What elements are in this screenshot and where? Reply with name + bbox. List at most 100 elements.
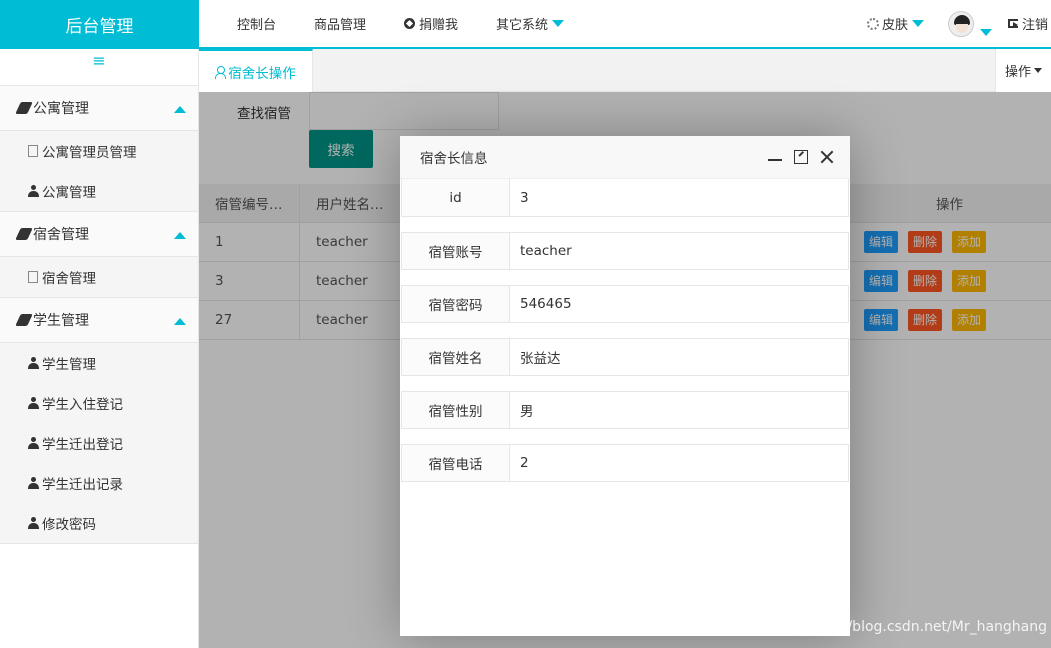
hamburger-icon[interactable]: ≡ <box>0 49 198 86</box>
dialog-title: 宿舍长信息 <box>420 151 488 167</box>
plug-icon <box>15 102 33 114</box>
menu-title-label: 学生管理 <box>33 313 89 329</box>
form-row-gender: 宿管性别 男 <box>401 391 849 429</box>
user-icon <box>28 477 39 489</box>
sidebar-item-checkin[interactable]: 学生入住登记 <box>0 383 198 423</box>
top-nav: 控制台 商品管理 捐赠我 其它系统 <box>199 0 583 47</box>
chevron-down-icon <box>552 20 565 27</box>
field-value[interactable]: 546465 <box>510 286 848 322</box>
form-row-id: id 3 <box>401 179 849 217</box>
top-header: 后台管理 控制台 商品管理 捐赠我 其它系统 皮肤 注销 <box>0 0 1051 49</box>
minimize-icon[interactable] <box>768 159 782 161</box>
nav-console[interactable]: 控制台 <box>199 0 295 47</box>
caret-down-icon <box>1034 68 1042 73</box>
skin-menu[interactable]: 皮肤 <box>866 14 924 33</box>
maximize-icon[interactable] <box>794 150 808 164</box>
field-label: 宿管密码 <box>402 286 510 322</box>
app-logo[interactable]: 后台管理 <box>0 0 199 49</box>
tab-ops-label: 操作 <box>1004 65 1031 80</box>
submenu: 公寓管理员管理 公寓管理 <box>0 131 198 211</box>
logout-link[interactable]: 注销 <box>1007 14 1048 33</box>
info-dialog: 宿舍长信息 id 3 宿管账号 teacher 宿管密码 546465 宿管姓名… <box>400 136 850 636</box>
right-nav: 皮肤 注销 <box>866 0 1051 47</box>
user-icon <box>28 437 39 449</box>
nav-other-label: 其它系统 <box>496 18 549 33</box>
sidebar-item-label: 宿舍管理 <box>42 271 96 287</box>
sidebar-item-label: 公寓管理员管理 <box>42 145 137 161</box>
user-icon <box>28 185 39 197</box>
menu-title-label: 宿舍管理 <box>33 227 89 243</box>
close-icon[interactable] <box>820 150 834 164</box>
field-label: id <box>402 179 510 216</box>
sidebar-item-label: 学生入住登记 <box>42 397 123 413</box>
sidebar-item-label: 学生迁出记录 <box>42 477 123 493</box>
field-value[interactable]: 张益达 <box>510 339 848 375</box>
form-row-password: 宿管密码 546465 <box>401 285 849 323</box>
dialog-header[interactable]: 宿舍长信息 <box>400 136 850 179</box>
sidebar-item-apartment-admin[interactable]: 公寓管理员管理 <box>0 131 198 171</box>
chevron-up-icon <box>174 232 186 239</box>
menu-group-student: 学生管理 学生管理 学生入住登记 学生迁出登记 学生迁出记录 修改密码 <box>0 298 198 544</box>
sidebar-item-change-password[interactable]: 修改密码 <box>0 503 198 543</box>
chevron-up-icon <box>174 318 186 325</box>
edit-doc-icon <box>28 145 38 157</box>
nav-goods[interactable]: 商品管理 <box>295 0 385 47</box>
logout-label: 注销 <box>1021 18 1048 33</box>
sidebar-item-label: 学生迁出登记 <box>42 437 123 453</box>
user-icon <box>28 357 39 369</box>
field-label: 宿管电话 <box>402 445 510 481</box>
tab-bar: 宿舍长操作 操作 <box>199 49 1051 92</box>
menu-group-dorm: 宿舍管理 宿舍管理 <box>0 212 198 298</box>
sidebar: ≡ 公寓管理 公寓管理员管理 公寓管理 宿舍管理 宿舍管理 学生管理 学生管理 … <box>0 49 199 648</box>
menu-group-apartment: 公寓管理 公寓管理员管理 公寓管理 <box>0 86 198 212</box>
chevron-down-icon <box>911 20 924 27</box>
document-icon <box>28 271 38 283</box>
sidebar-item-dorm[interactable]: 宿舍管理 <box>0 257 198 297</box>
form-row-account: 宿管账号 teacher <box>401 232 849 270</box>
sidebar-item-checkout[interactable]: 学生迁出登记 <box>0 423 198 463</box>
sidebar-item-student[interactable]: 学生管理 <box>0 343 198 383</box>
plug-icon <box>15 314 33 326</box>
logout-icon <box>1007 19 1018 28</box>
chevron-up-icon <box>174 106 186 113</box>
sidebar-item-apartment[interactable]: 公寓管理 <box>0 171 198 211</box>
menu-title-student[interactable]: 学生管理 <box>0 298 198 343</box>
field-value[interactable]: 3 <box>510 179 848 216</box>
field-label: 宿管账号 <box>402 233 510 269</box>
tab-label: 宿舍长操作 <box>228 65 296 82</box>
tab-dorm-leader[interactable]: 宿舍长操作 <box>199 49 313 92</box>
plug-icon <box>15 228 33 240</box>
heart-icon <box>404 18 416 29</box>
sidebar-item-checkout-record[interactable]: 学生迁出记录 <box>0 463 198 503</box>
info-form: id 3 宿管账号 teacher 宿管密码 546465 宿管姓名 张益达 宿… <box>400 179 850 482</box>
nav-donate[interactable]: 捐赠我 <box>385 0 477 47</box>
user-icon <box>215 65 227 79</box>
sidebar-item-label: 修改密码 <box>42 517 96 533</box>
field-label: 宿管姓名 <box>402 339 510 375</box>
form-row-phone: 宿管电话 2 <box>401 444 849 482</box>
menu-title-apartment[interactable]: 公寓管理 <box>0 86 198 131</box>
field-value[interactable]: teacher <box>510 233 848 269</box>
gear-icon <box>866 17 879 30</box>
submenu: 学生管理 学生入住登记 学生迁出登记 学生迁出记录 修改密码 <box>0 343 198 543</box>
menu-title-label: 公寓管理 <box>33 101 89 117</box>
nav-console-label: 控制台 <box>237 18 277 33</box>
sidebar-item-label: 学生管理 <box>42 357 96 373</box>
field-value[interactable]: 2 <box>510 445 848 481</box>
chevron-down-icon <box>979 28 992 36</box>
avatar <box>947 10 974 37</box>
nav-donate-label: 捐赠我 <box>419 18 459 33</box>
user-icon <box>28 517 39 529</box>
field-value[interactable]: 男 <box>510 392 848 428</box>
watermark: https://blog.csdn.net/Mr_hanghang <box>802 619 1048 635</box>
dialog-controls <box>768 150 834 164</box>
user-menu[interactable] <box>947 10 992 37</box>
skin-label: 皮肤 <box>881 18 908 33</box>
submenu: 宿舍管理 <box>0 257 198 297</box>
nav-goods-label: 商品管理 <box>314 18 367 33</box>
nav-other-systems[interactable]: 其它系统 <box>477 0 583 47</box>
menu-title-dorm[interactable]: 宿舍管理 <box>0 212 198 257</box>
user-icon <box>28 397 39 409</box>
tab-ops-dropdown[interactable]: 操作 <box>995 49 1051 92</box>
sidebar-item-label: 公寓管理 <box>42 185 96 201</box>
